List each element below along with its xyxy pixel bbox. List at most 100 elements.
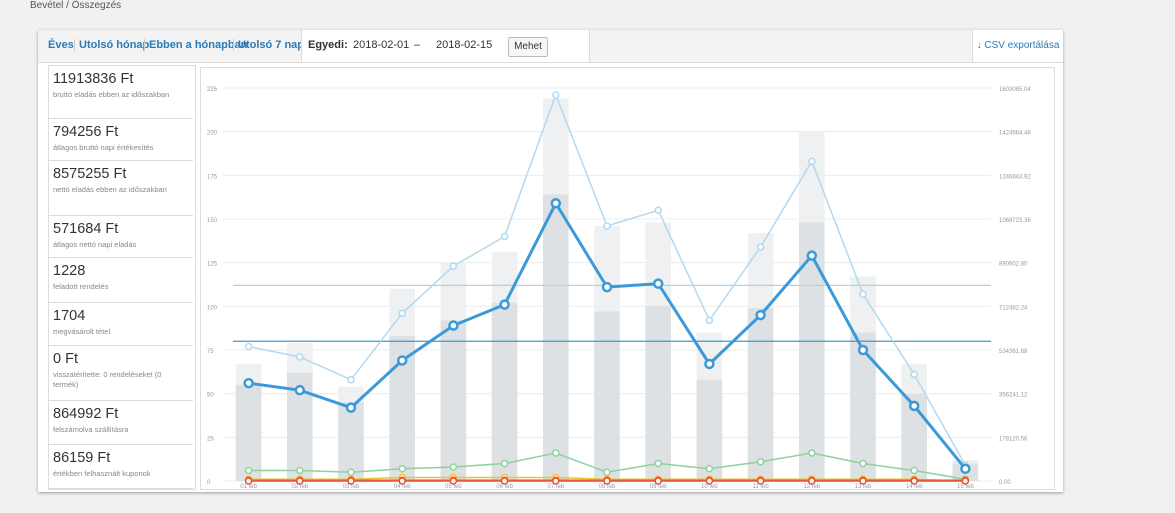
tab-last-7-days[interactable]: Utolsó 7 nap bbox=[233, 39, 304, 51]
data-point bbox=[806, 250, 818, 261]
data-point bbox=[500, 232, 509, 241]
stat-item[interactable]: 8575255 Ft nettó eladás ebben az időszakb… bbox=[49, 161, 193, 216]
stat-description: értékben felhasznált kuponok bbox=[53, 469, 151, 478]
stat-item[interactable]: 864992 Ft felszámolva szállításra bbox=[49, 401, 193, 445]
x-tick-label: 07 feb bbox=[547, 484, 564, 489]
data-point bbox=[908, 400, 920, 412]
y-tick-label-right: 1246843.92 bbox=[999, 174, 1031, 180]
stat-item[interactable]: 0 Ft visszatérítette: 0 rendeléseket (0 t… bbox=[49, 346, 193, 401]
tab-yearly[interactable]: Éves bbox=[48, 39, 74, 51]
x-tick-label: 12 feb bbox=[803, 484, 820, 489]
stat-item[interactable]: 794256 Ft átlagos bruttó napi értékesítés bbox=[49, 119, 193, 161]
data-point bbox=[500, 459, 509, 468]
sales-chart: 0 0.00 25 178120.56 50 356241.12 75 534361.68 10… bbox=[207, 87, 1031, 490]
y-tick-label-left: 125 bbox=[207, 262, 218, 268]
stat-description: átlagos nettó napi eladás bbox=[53, 240, 137, 249]
y-tick-label-right: 1068723.36 bbox=[999, 218, 1031, 224]
stats-legend: 11913836 Ft bruttó eladás ebben az idősza… bbox=[48, 65, 196, 490]
csv-export-label: CSV exportálása bbox=[984, 40, 1060, 51]
stat-item[interactable]: 571684 Ft átlagos nettó napi eladás bbox=[49, 216, 193, 258]
x-tick-label: 14 feb bbox=[906, 484, 923, 489]
x-tick-label: 15 feb bbox=[957, 484, 974, 489]
data-point bbox=[244, 342, 253, 351]
data-point bbox=[704, 358, 715, 370]
data-point bbox=[398, 465, 406, 473]
data-point bbox=[244, 466, 253, 475]
stat-description: bruttó eladás ebben az időszakban bbox=[53, 90, 170, 99]
x-tick-label: 02 feb bbox=[291, 484, 308, 489]
y-tick-label-left: 175 bbox=[207, 174, 218, 180]
data-point bbox=[398, 309, 406, 318]
bar bbox=[799, 222, 825, 481]
data-point bbox=[449, 463, 458, 471]
tab-last-month[interactable]: Utolsó hónap bbox=[74, 39, 149, 51]
data-point bbox=[705, 316, 714, 325]
date-from-field[interactable]: 2018-02-01 bbox=[353, 39, 409, 51]
stat-description: megvásárolt tétel bbox=[53, 327, 111, 336]
data-point bbox=[296, 466, 304, 475]
data-point bbox=[345, 402, 357, 413]
date-to-field[interactable]: 2018-02-15 bbox=[436, 39, 492, 51]
report-panel: Éves Utolsó hónap Ebben a hónapban Utols… bbox=[38, 30, 1063, 492]
data-point bbox=[552, 91, 560, 99]
stat-description: feladott rendelés bbox=[53, 282, 109, 291]
x-tick-label: 03 feb bbox=[343, 484, 360, 489]
custom-range-label: Egyedi: bbox=[308, 39, 348, 51]
csv-export-button[interactable]: ↓ CSV exportálása bbox=[972, 30, 1063, 62]
data-point bbox=[654, 206, 662, 215]
stat-value: 571684 Ft bbox=[53, 221, 119, 237]
data-point bbox=[294, 384, 306, 396]
bar bbox=[491, 302, 518, 481]
y-tick-label-left: 150 bbox=[207, 218, 218, 224]
data-point bbox=[857, 344, 869, 356]
y-tick-label-left: 50 bbox=[207, 393, 214, 399]
data-point bbox=[552, 449, 560, 457]
data-point bbox=[808, 157, 816, 166]
data-point bbox=[652, 278, 664, 289]
data-point bbox=[756, 458, 765, 466]
breadcrumb: Bevétel / Összegzés bbox=[30, 0, 122, 11]
stat-value: 1704 bbox=[53, 308, 86, 324]
bar bbox=[645, 306, 671, 481]
y-tick-label-left: 200 bbox=[207, 131, 218, 137]
stat-value: 0 Ft bbox=[53, 351, 78, 367]
y-tick-label-left: 25 bbox=[207, 436, 214, 442]
stat-value: 86159 Ft bbox=[53, 450, 111, 466]
stat-item[interactable]: 11913836 Ft bruttó eladás ebben az idősza… bbox=[49, 66, 193, 119]
data-point bbox=[603, 222, 611, 230]
stat-value: 11913836 Ft bbox=[53, 71, 134, 87]
stat-value: 864992 Ft bbox=[53, 406, 119, 422]
top-bar: Bevétel / Összegzés bbox=[0, 0, 1175, 16]
y-tick-label-right: 890602.80 bbox=[999, 262, 1028, 268]
data-point bbox=[654, 459, 662, 468]
stat-item[interactable]: 1228 feladott rendelés bbox=[49, 258, 193, 303]
data-point bbox=[859, 290, 867, 298]
x-tick-label: 09 feb bbox=[650, 484, 667, 489]
data-point bbox=[960, 463, 971, 475]
data-point bbox=[755, 309, 766, 321]
tab-this-month[interactable]: Ebben a hónapban bbox=[144, 39, 247, 51]
chart-area: 0 0.00 25 178120.56 50 356241.12 75 534361.68 10… bbox=[200, 67, 1055, 490]
data-point bbox=[808, 449, 816, 457]
custom-range: Egyedi: 2018-02-01 – 2018-02-15 Mehet bbox=[301, 30, 590, 62]
data-point bbox=[448, 320, 459, 331]
x-tick-label: 13 feb bbox=[855, 484, 872, 489]
stat-item[interactable]: 1704 megvásárolt tétel bbox=[49, 303, 193, 346]
stat-description: nettó eladás ebben az időszakban bbox=[53, 185, 167, 194]
y-tick-label-left: 75 bbox=[207, 349, 214, 355]
data-point bbox=[601, 281, 613, 293]
data-point bbox=[347, 468, 355, 477]
stat-description: átlagos bruttó napi értékesítés bbox=[53, 143, 154, 152]
data-point bbox=[296, 353, 304, 361]
y-tick-label-right: 1603085.04 bbox=[999, 87, 1031, 93]
stat-value: 794256 Ft bbox=[53, 124, 119, 140]
y-tick-label-left: 0 bbox=[207, 480, 211, 486]
go-button[interactable]: Mehet bbox=[508, 37, 548, 57]
x-tick-label: 05 feb bbox=[445, 484, 462, 489]
x-tick-label: 11 feb bbox=[752, 484, 769, 489]
stat-item[interactable]: 86159 Ft értékben felhasznált kuponok bbox=[49, 445, 193, 489]
y-tick-label-right: 0.00 bbox=[999, 480, 1011, 486]
bar bbox=[747, 308, 774, 481]
x-tick-label: 01 feb bbox=[240, 484, 257, 489]
data-point bbox=[910, 370, 918, 379]
